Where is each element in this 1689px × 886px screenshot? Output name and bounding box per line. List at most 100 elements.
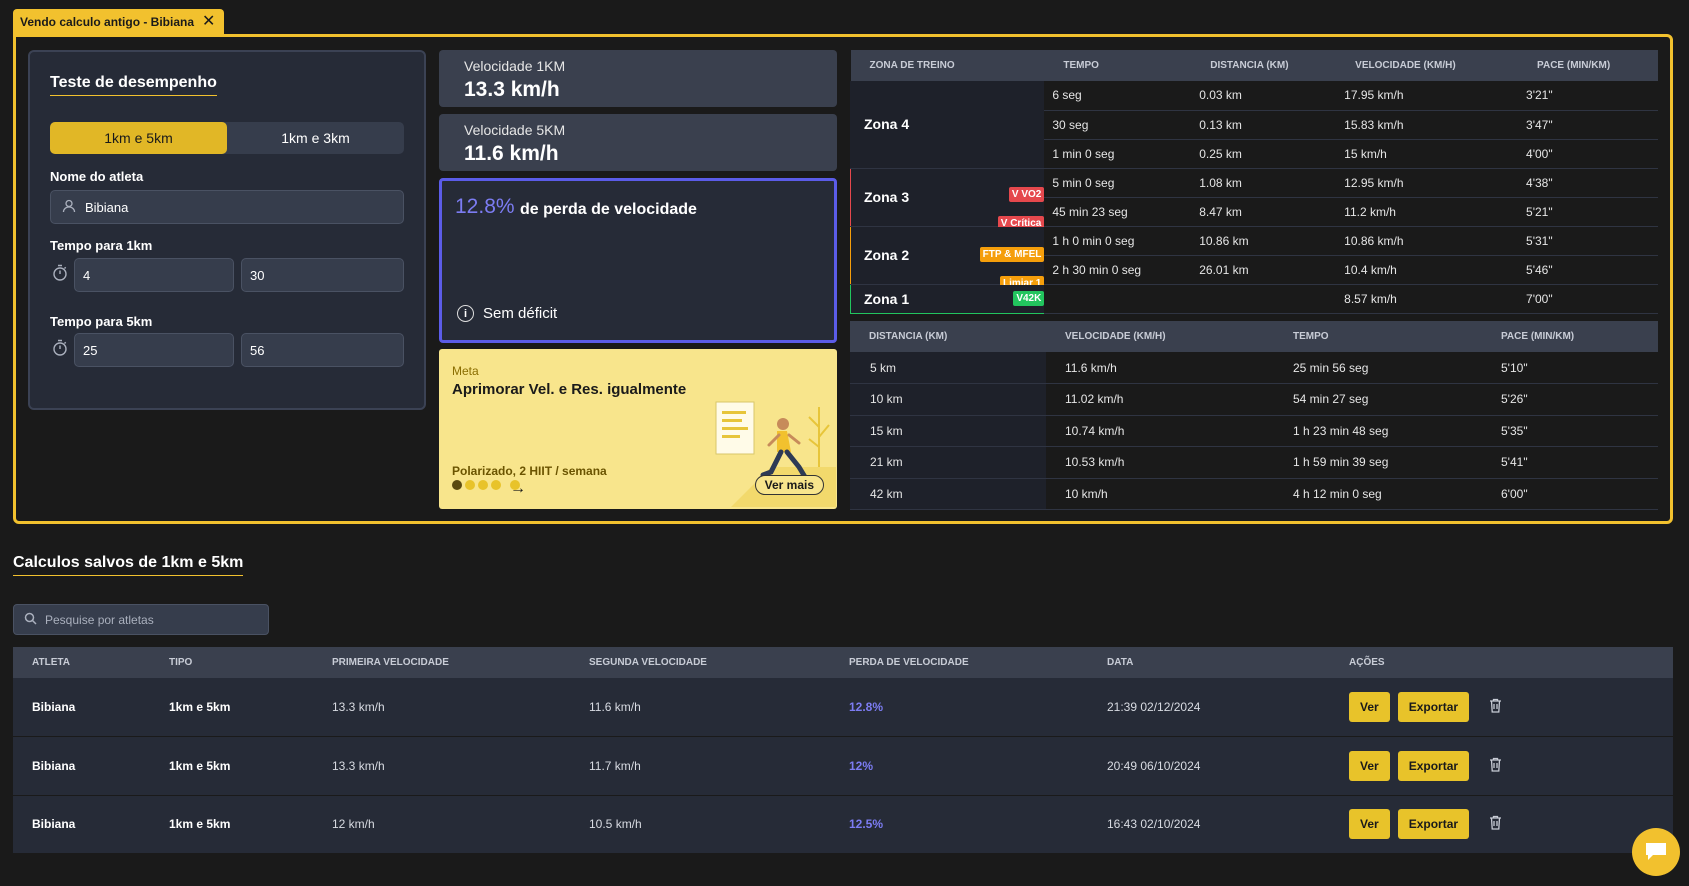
saved-header: ATLETA [13, 647, 150, 678]
distance-cell: 10 km/h [1046, 478, 1274, 510]
user-icon [62, 199, 76, 216]
table-row: Zona 3 V VO2 V Crítica 5 min 0 seg 1.08 k… [850, 167, 1658, 231]
distance-cell: 25 min 56 seg [1274, 352, 1482, 384]
stopwatch-icon [52, 339, 68, 360]
first-speed-cell: 13.3 km/h [313, 678, 570, 738]
view-button[interactable]: Ver [1349, 750, 1390, 781]
zone-cell: 10.4 km/h [1336, 255, 1519, 285]
tag-v42k: V42K [1013, 290, 1045, 306]
time1-minutes-input[interactable]: 4 [74, 258, 234, 292]
saved-table: ATLETA TIPO PRIMEIRA VELOCIDADE SEGUNDA … [13, 647, 1673, 855]
zone-cell: 5'46" [1518, 255, 1658, 285]
goal-kicker: Meta [452, 364, 479, 378]
distance-header: TEMPO [1274, 321, 1482, 352]
export-button[interactable]: Exportar [1397, 809, 1470, 840]
speed-5km-label: Velocidade 5KM [464, 122, 566, 138]
distance-cell: 5'35" [1482, 415, 1658, 447]
table-row: Zona 1 V42K 8.57 km/h 7'00" [850, 283, 1658, 314]
zone-cell: 2 h 30 min 0 seg [1044, 255, 1192, 285]
zones-table: ZONA DE TREINO TEMPO DISTANCIA (KM) VELO… [850, 50, 1658, 314]
saved-header: TIPO [150, 647, 313, 678]
see-more-button[interactable]: Ver mais [754, 475, 824, 495]
table-row: 21 km 10.53 km/h 1 h 59 min 39 seg 5'41" [850, 446, 1658, 479]
zone-cell: 3'47" [1518, 110, 1658, 140]
goal-card: Meta Aprimorar Vel. e Res. igualmente Po… [439, 349, 837, 509]
zone-cell: 10.86 km [1191, 226, 1337, 256]
zone-1-cell: Zona 1 V42K [850, 283, 1045, 314]
zone-cell [1044, 284, 1192, 314]
zone-cell: 0.13 km [1191, 110, 1337, 140]
time1-seconds-value: 30 [250, 267, 265, 283]
distance-cell: 1 h 59 min 39 seg [1274, 446, 1482, 479]
time5-minutes-value: 25 [83, 342, 98, 358]
distance-header: PACE (MIN/KM) [1482, 321, 1658, 352]
athlete-cell: Bibiana [13, 795, 150, 855]
search-input[interactable]: Pesquise por atletas [13, 604, 269, 635]
zone-1-label: Zona 1 [864, 290, 910, 307]
close-icon[interactable]: ✕ [202, 13, 215, 30]
segment-1km-5km[interactable]: 1km e 5km [50, 122, 227, 154]
test-card-title: Teste de desempenho [50, 74, 217, 96]
zone-cell: 4'00" [1518, 139, 1658, 169]
zone-cell: 8.57 km/h [1336, 284, 1519, 314]
distance-cell: 42 km [850, 478, 1046, 510]
view-button[interactable]: Ver [1349, 809, 1390, 840]
deficit-status: i Sem déficit [457, 305, 557, 322]
distance-cell: 10.53 km/h [1046, 446, 1274, 479]
chat-icon [1644, 840, 1668, 865]
trash-icon[interactable] [1489, 698, 1502, 718]
zone-cell: 5 min 0 seg [1044, 168, 1192, 198]
view-button[interactable]: Ver [1349, 692, 1390, 723]
actions-cell: Ver Exportar [1330, 795, 1673, 855]
athlete-input[interactable]: Bibiana [50, 190, 404, 224]
chat-button[interactable] [1632, 828, 1680, 876]
athlete-cell: Bibiana [13, 736, 150, 796]
table-row: Bibiana 1km e 5km 13.3 km/h 11.7 km/h 12… [13, 736, 1673, 796]
zone-3-label: Zona 3 [864, 189, 910, 205]
time1-label: Tempo para 1km [50, 238, 153, 253]
arrow-right-icon[interactable]: → [510, 480, 526, 497]
table-row: 5 km 11.6 km/h 25 min 56 seg 5'10" [850, 352, 1658, 384]
trash-icon[interactable] [1489, 815, 1502, 835]
dot [478, 480, 488, 490]
zone-cell: 1 min 0 seg [1044, 139, 1192, 169]
tag-vvo2: V VO2 [1008, 186, 1045, 202]
athlete-label: Nome do atleta [50, 169, 144, 184]
time5-seconds-input[interactable]: 56 [241, 333, 404, 367]
zone-cell: 15 km/h [1336, 139, 1519, 169]
trash-icon[interactable] [1489, 757, 1502, 777]
zone-cell: 15.83 km/h [1336, 110, 1519, 140]
stopwatch-icon [52, 264, 68, 285]
zone-cell: 6 seg [1044, 81, 1192, 111]
second-speed-cell: 10.5 km/h [570, 795, 830, 855]
distance-header: DISTANCIA (KM) [850, 321, 1046, 352]
distance-cell: 5'41" [1482, 446, 1658, 479]
distance-cell: 10.74 km/h [1046, 415, 1274, 447]
calc-tab[interactable]: Vendo calculo antigo - Bibiana ✕ [13, 9, 225, 34]
segment-1km-3km[interactable]: 1km e 3km [227, 122, 404, 154]
athlete-value: Bibiana [85, 199, 129, 215]
table-row: 42 km 10 km/h 4 h 12 min 0 seg 6'00" [850, 478, 1658, 510]
time1-seconds-input[interactable]: 30 [241, 258, 404, 292]
type-cell: 1km e 5km [150, 795, 313, 855]
speed-1km-value: 13.3 km/h [464, 78, 560, 101]
type-cell: 1km e 5km [150, 678, 313, 738]
zone-4-label: Zona 4 [864, 116, 910, 133]
deficit-text: Sem déficit [483, 305, 558, 322]
zone-cell: 11.2 km/h [1336, 197, 1519, 227]
zone-cell: 30 seg [1044, 110, 1192, 140]
dot [465, 480, 475, 490]
zone-cell: 5'21" [1518, 197, 1658, 227]
date-cell: 21:39 02/12/2024 [1088, 678, 1330, 738]
zone-2-label: Zona 2 [864, 247, 910, 263]
zone-cell: 26.01 km [1191, 255, 1337, 285]
export-button[interactable]: Exportar [1397, 750, 1470, 781]
time1-minutes-value: 4 [83, 267, 91, 283]
distance-cell: 5'26" [1482, 383, 1658, 416]
table-row: 15 km 10.74 km/h 1 h 23 min 48 seg 5'35" [850, 415, 1658, 447]
export-button[interactable]: Exportar [1397, 692, 1470, 723]
zone-2-cell: Zona 2 FTP & MFEL Limiar 1 [850, 225, 1045, 291]
speed-1km-card: Velocidade 1KM 13.3 km/h [439, 50, 837, 107]
saved-header: PERDA DE VELOCIDADE [830, 647, 1088, 678]
time5-minutes-input[interactable]: 25 [74, 333, 234, 367]
